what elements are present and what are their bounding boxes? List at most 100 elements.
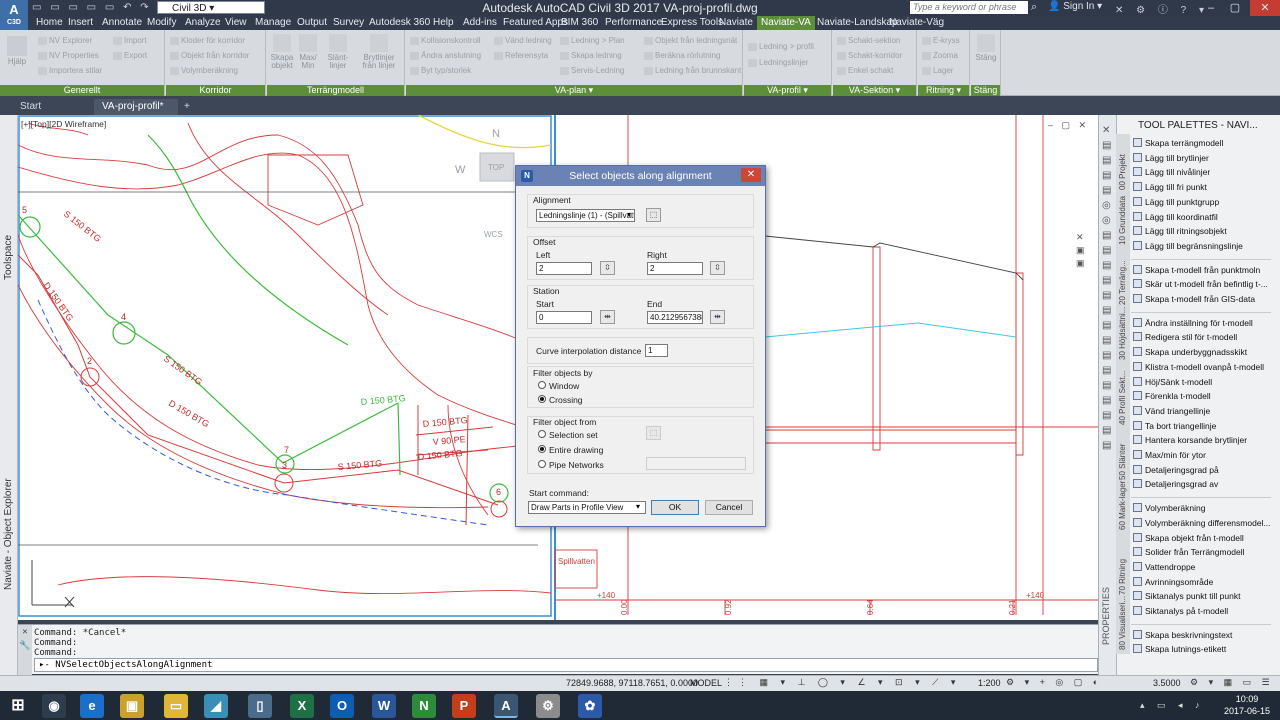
palette-item[interactable]: Lägg till nivålinjer: [1133, 167, 1210, 177]
va-plan-item-7[interactable]: Skapa ledning: [560, 51, 622, 60]
tab-start[interactable]: Start: [12, 99, 92, 115]
palette-item[interactable]: Skapa t-modell från punktmoln: [1133, 264, 1260, 275]
panel-title-ritning[interactable]: Ritning ▾: [918, 85, 969, 96]
palette-tab-5[interactable]: 40 Profil Sekt...: [1118, 371, 1127, 425]
menu-tab-autodesk-360[interactable]: Autodesk 360: [365, 16, 434, 30]
crossing-radio[interactable]: [538, 395, 546, 403]
workspace-select[interactable]: Civil 3D ▾: [157, 1, 265, 14]
palette-item[interactable]: Förenkla t-modell: [1133, 391, 1211, 401]
right-offset-input[interactable]: 2: [647, 262, 703, 275]
app-menu-button[interactable]: A C3D: [0, 0, 28, 30]
menu-tab-naviate-v-g[interactable]: Naviate-Väg: [885, 16, 948, 30]
status-tools[interactable]: ⚙ ▾ + ◎ ▢ ◐: [1006, 677, 1102, 688]
alignment-select[interactable]: Ledningslinje (1) - (Spillvatt: [536, 209, 635, 222]
palette-item[interactable]: Solider från Terrängmodell: [1133, 547, 1245, 557]
stang-button[interactable]: Stäng: [974, 34, 998, 62]
palette-item[interactable]: Höj/Sänk t-modell: [1133, 376, 1212, 387]
network-app-icon[interactable]: ✿: [578, 694, 602, 718]
palette-item[interactable]: Ta bort triangellinje: [1133, 420, 1216, 431]
pick-left-offset-button[interactable]: ⇳: [600, 261, 615, 275]
menu-tab-naviate[interactable]: Naviate: [715, 16, 757, 30]
window-radio[interactable]: [538, 381, 546, 389]
menu-tab-view[interactable]: View: [221, 16, 251, 30]
palette-tab-4[interactable]: 30 Höjdsättni...: [1118, 307, 1127, 360]
annotation-scale[interactable]: 1:200: [978, 678, 1001, 688]
sign-in-button[interactable]: 👤 Sign In ▾: [1048, 1, 1102, 12]
palette-item[interactable]: Detaljeringsgrad på: [1133, 464, 1219, 475]
menu-tab-manage[interactable]: Manage: [251, 16, 295, 30]
word-icon[interactable]: W: [372, 694, 396, 718]
panel-title-va-plan[interactable]: VA-plan ▾: [406, 85, 742, 96]
korridor-item-1[interactable]: Kloder för korridor: [170, 36, 245, 45]
search-input[interactable]: Type a keyword or phrase: [910, 1, 1028, 14]
dialog-titlebar[interactable]: Select objects along alignment: [516, 166, 765, 186]
nav-bar-icons[interactable]: ✕ ▣ ▣: [1076, 231, 1085, 270]
palette-tab-8[interactable]: 70 Ritning: [1118, 559, 1127, 595]
naviate-icon[interactable]: N: [412, 694, 436, 718]
menu-tab-analyze[interactable]: Analyze: [181, 16, 225, 30]
pick-selection-button[interactable]: ⬚: [646, 426, 661, 440]
palette-tab-7[interactable]: 60 Mark-lager: [1118, 481, 1127, 530]
va-plan-item-5[interactable]: Referensyta: [494, 51, 548, 60]
palette-item[interactable]: Skapa objekt från t-modell: [1133, 532, 1244, 543]
korridor-item-2[interactable]: Objekt från korridor: [170, 51, 249, 60]
binoculars-icon[interactable]: ⌕: [1031, 1, 1037, 14]
new-tab-button[interactable]: +: [180, 99, 198, 115]
menu-tab-annotate[interactable]: Annotate: [98, 16, 146, 30]
va-plan-item-8[interactable]: Servis-Ledning: [560, 66, 624, 75]
properties-tab[interactable]: PROPERTIES: [1101, 587, 1111, 645]
ok-button[interactable]: OK: [651, 500, 699, 515]
va-profil-item-1[interactable]: Ledning > profil: [748, 42, 814, 51]
palette-item[interactable]: Siktanalys på t-modell: [1133, 606, 1228, 616]
menu-tab-survey[interactable]: Survey: [329, 16, 368, 30]
pipe-networks-radio[interactable]: [538, 460, 546, 468]
excel-icon[interactable]: X: [290, 694, 314, 718]
pipe-network-select[interactable]: [646, 457, 746, 470]
palette-item[interactable]: Max/min för ytor: [1133, 450, 1206, 460]
palette-item[interactable]: Lägg till begränsningslinje: [1133, 240, 1243, 251]
palette-item[interactable]: Lägg till brytlinjer: [1133, 152, 1209, 163]
station-end-input[interactable]: 40.21295673885: [647, 311, 703, 324]
zooma-button[interactable]: Zooma: [922, 51, 958, 60]
ie-icon[interactable]: e: [80, 694, 104, 718]
command-line-handle[interactable]: ✕ 🔧: [18, 625, 32, 675]
va-plan-item-1[interactable]: Kollisionskontroll: [410, 36, 481, 45]
folder-icon[interactable]: ▭: [164, 694, 188, 718]
palette-item[interactable]: Lägg till koordinatfil: [1133, 211, 1218, 222]
va-sektion-item-1[interactable]: Schakt-sektion: [837, 36, 900, 45]
palette-item[interactable]: Avrinningsområde: [1133, 576, 1213, 587]
model-space-button[interactable]: MODEL: [690, 678, 722, 688]
panel-title-va-profil[interactable]: VA-profil ▾: [744, 85, 831, 96]
tool-icon[interactable]: ⚙: [536, 694, 560, 718]
import-styles-button[interactable]: Importera stilar: [38, 66, 102, 75]
minimize-button[interactable]: –: [1200, 0, 1222, 16]
palette-tab-3[interactable]: 20 Terräng...: [1118, 260, 1127, 305]
start-command-select[interactable]: Draw Parts in Profile View: [528, 501, 646, 514]
palette-item[interactable]: Vattendroppe: [1133, 561, 1195, 572]
menu-tab-home[interactable]: Home: [32, 16, 67, 30]
palette-item[interactable]: Lägg till punktgrupp: [1133, 196, 1219, 207]
close-window-button[interactable]: ✕: [1250, 0, 1280, 16]
tab-va-proj-profil[interactable]: VA-proj-profil*: [94, 99, 178, 115]
palette-item[interactable]: Vänd triangellinje: [1133, 405, 1210, 416]
slant-linjer-button[interactable]: Slänt-linjer: [323, 34, 353, 70]
palette-item[interactable]: Skapa terrängmodell: [1133, 138, 1223, 148]
menu-tab-naviate-va[interactable]: Naviate-VA: [757, 16, 815, 30]
palette-item[interactable]: Lägg till fri punkt: [1133, 182, 1207, 192]
menu-tab-add-ins[interactable]: Add-ins: [459, 16, 501, 30]
command-input[interactable]: ▸- NVSelectObjectsAlongAlignment: [34, 658, 1098, 672]
status-toggle-icons[interactable]: ⋮⋮ ▦ ▾ ⊥ ◯ ▾ ∠ ▾ ⊡ ▾ ⟋ ▾: [724, 677, 960, 688]
palette-item[interactable]: Hantera korsande brytlinjer: [1133, 435, 1247, 445]
palette-item[interactable]: Siktanalys punkt till punkt: [1133, 591, 1240, 601]
e-kryss-button[interactable]: E-kryss: [922, 36, 960, 45]
palette-tab-9[interactable]: 80 Visualiseri...: [1118, 596, 1127, 650]
tool-palette-toolbar[interactable]: ✕ ▤ ▤ ▤ ▤ ◎ ◎ ▤ ▤ ▤ ▤ ▤ ▤ ▤ ▤ ▤ ▤ ▤ ▤ ▤ ▤ ▤ PROPERTIES: [1098, 115, 1116, 675]
palette-item[interactable]: Ändra inställning för t-modell: [1133, 317, 1253, 328]
va-plan-item-10[interactable]: Beräkna rörlutning: [644, 51, 720, 60]
menu-tab-output[interactable]: Output: [293, 16, 331, 30]
pick-alignment-button[interactable]: ⬚: [646, 208, 661, 222]
maximize-button[interactable]: ▢: [1224, 0, 1246, 16]
va-sektion-item-2[interactable]: Schakt-korridor: [837, 51, 902, 60]
viewport-window-controls[interactable]: – ▢ ✕: [1048, 120, 1089, 131]
menu-tab-insert[interactable]: Insert: [64, 16, 97, 30]
